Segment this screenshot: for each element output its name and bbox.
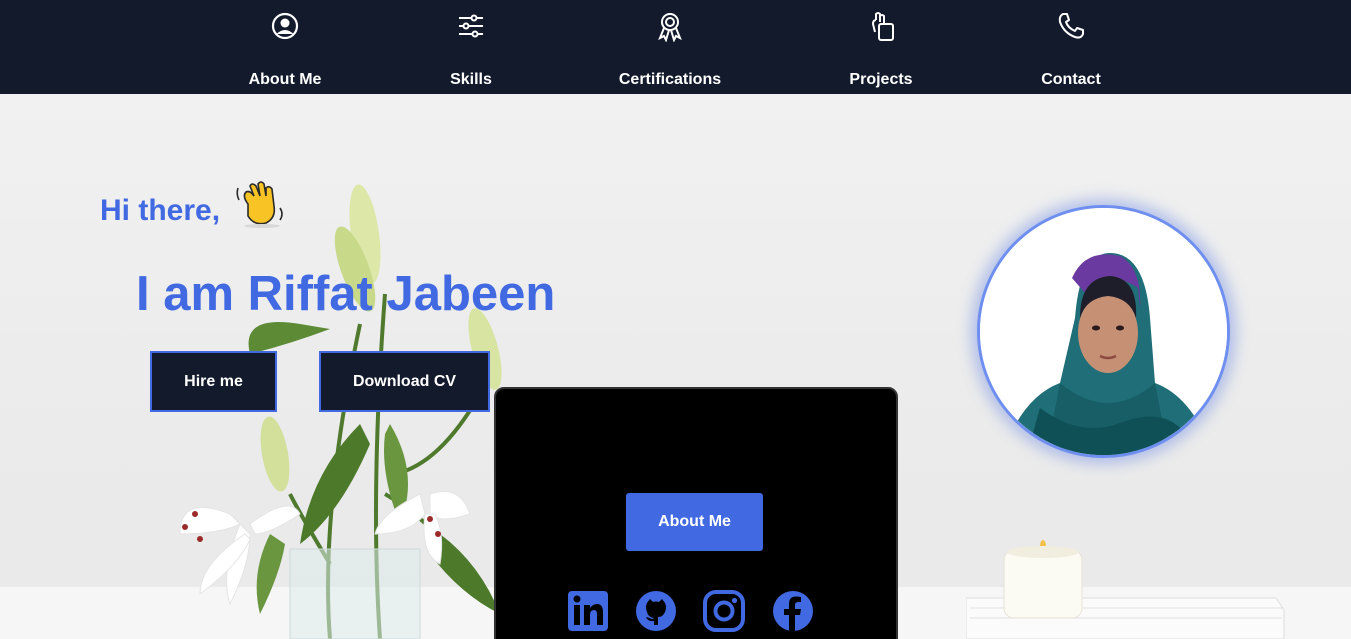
sliders-icon — [459, 14, 483, 38]
nav-label: Skills — [450, 71, 492, 88]
phone-icon — [1058, 13, 1084, 39]
about-me-button[interactable]: About Me — [626, 493, 763, 551]
hero-section: Hi there, I am Riffat Jabeen Hire me Dow… — [0, 94, 1351, 639]
laptop-screen: About Me — [494, 387, 898, 639]
profile-photo — [977, 205, 1230, 458]
nav-item-projects[interactable]: Projects — [796, 0, 966, 94]
top-navbar: About Me Skills Certifications Projects … — [0, 0, 1351, 94]
candle-image — [1003, 540, 1083, 619]
github-icon[interactable] — [634, 589, 678, 633]
nav-item-about-me[interactable]: About Me — [200, 0, 370, 94]
download-cv-button[interactable]: Download CV — [319, 351, 490, 412]
waving-hand-icon — [236, 181, 283, 228]
facebook-icon[interactable] — [771, 589, 815, 633]
portrait-illustration — [980, 208, 1227, 455]
nav-label: Certifications — [618, 71, 722, 88]
nav-item-skills[interactable]: Skills — [386, 0, 556, 94]
hero-headline: I am Riffat Jabeen — [136, 267, 556, 321]
user-circle-icon — [271, 12, 299, 40]
greeting-text: Hi there, — [100, 194, 221, 227]
nav-item-contact[interactable]: Contact — [986, 0, 1156, 94]
hand-document-icon — [872, 12, 894, 41]
nav-label: About Me — [248, 71, 322, 88]
nav-label: Contact — [1041, 71, 1101, 88]
nav-item-certifications[interactable]: Certifications — [585, 0, 755, 94]
linkedin-icon[interactable] — [566, 589, 610, 633]
nav-label: Projects — [849, 71, 913, 88]
award-ribbon-icon — [658, 13, 682, 42]
instagram-icon[interactable] — [702, 589, 746, 633]
hire-me-button[interactable]: Hire me — [150, 351, 277, 412]
